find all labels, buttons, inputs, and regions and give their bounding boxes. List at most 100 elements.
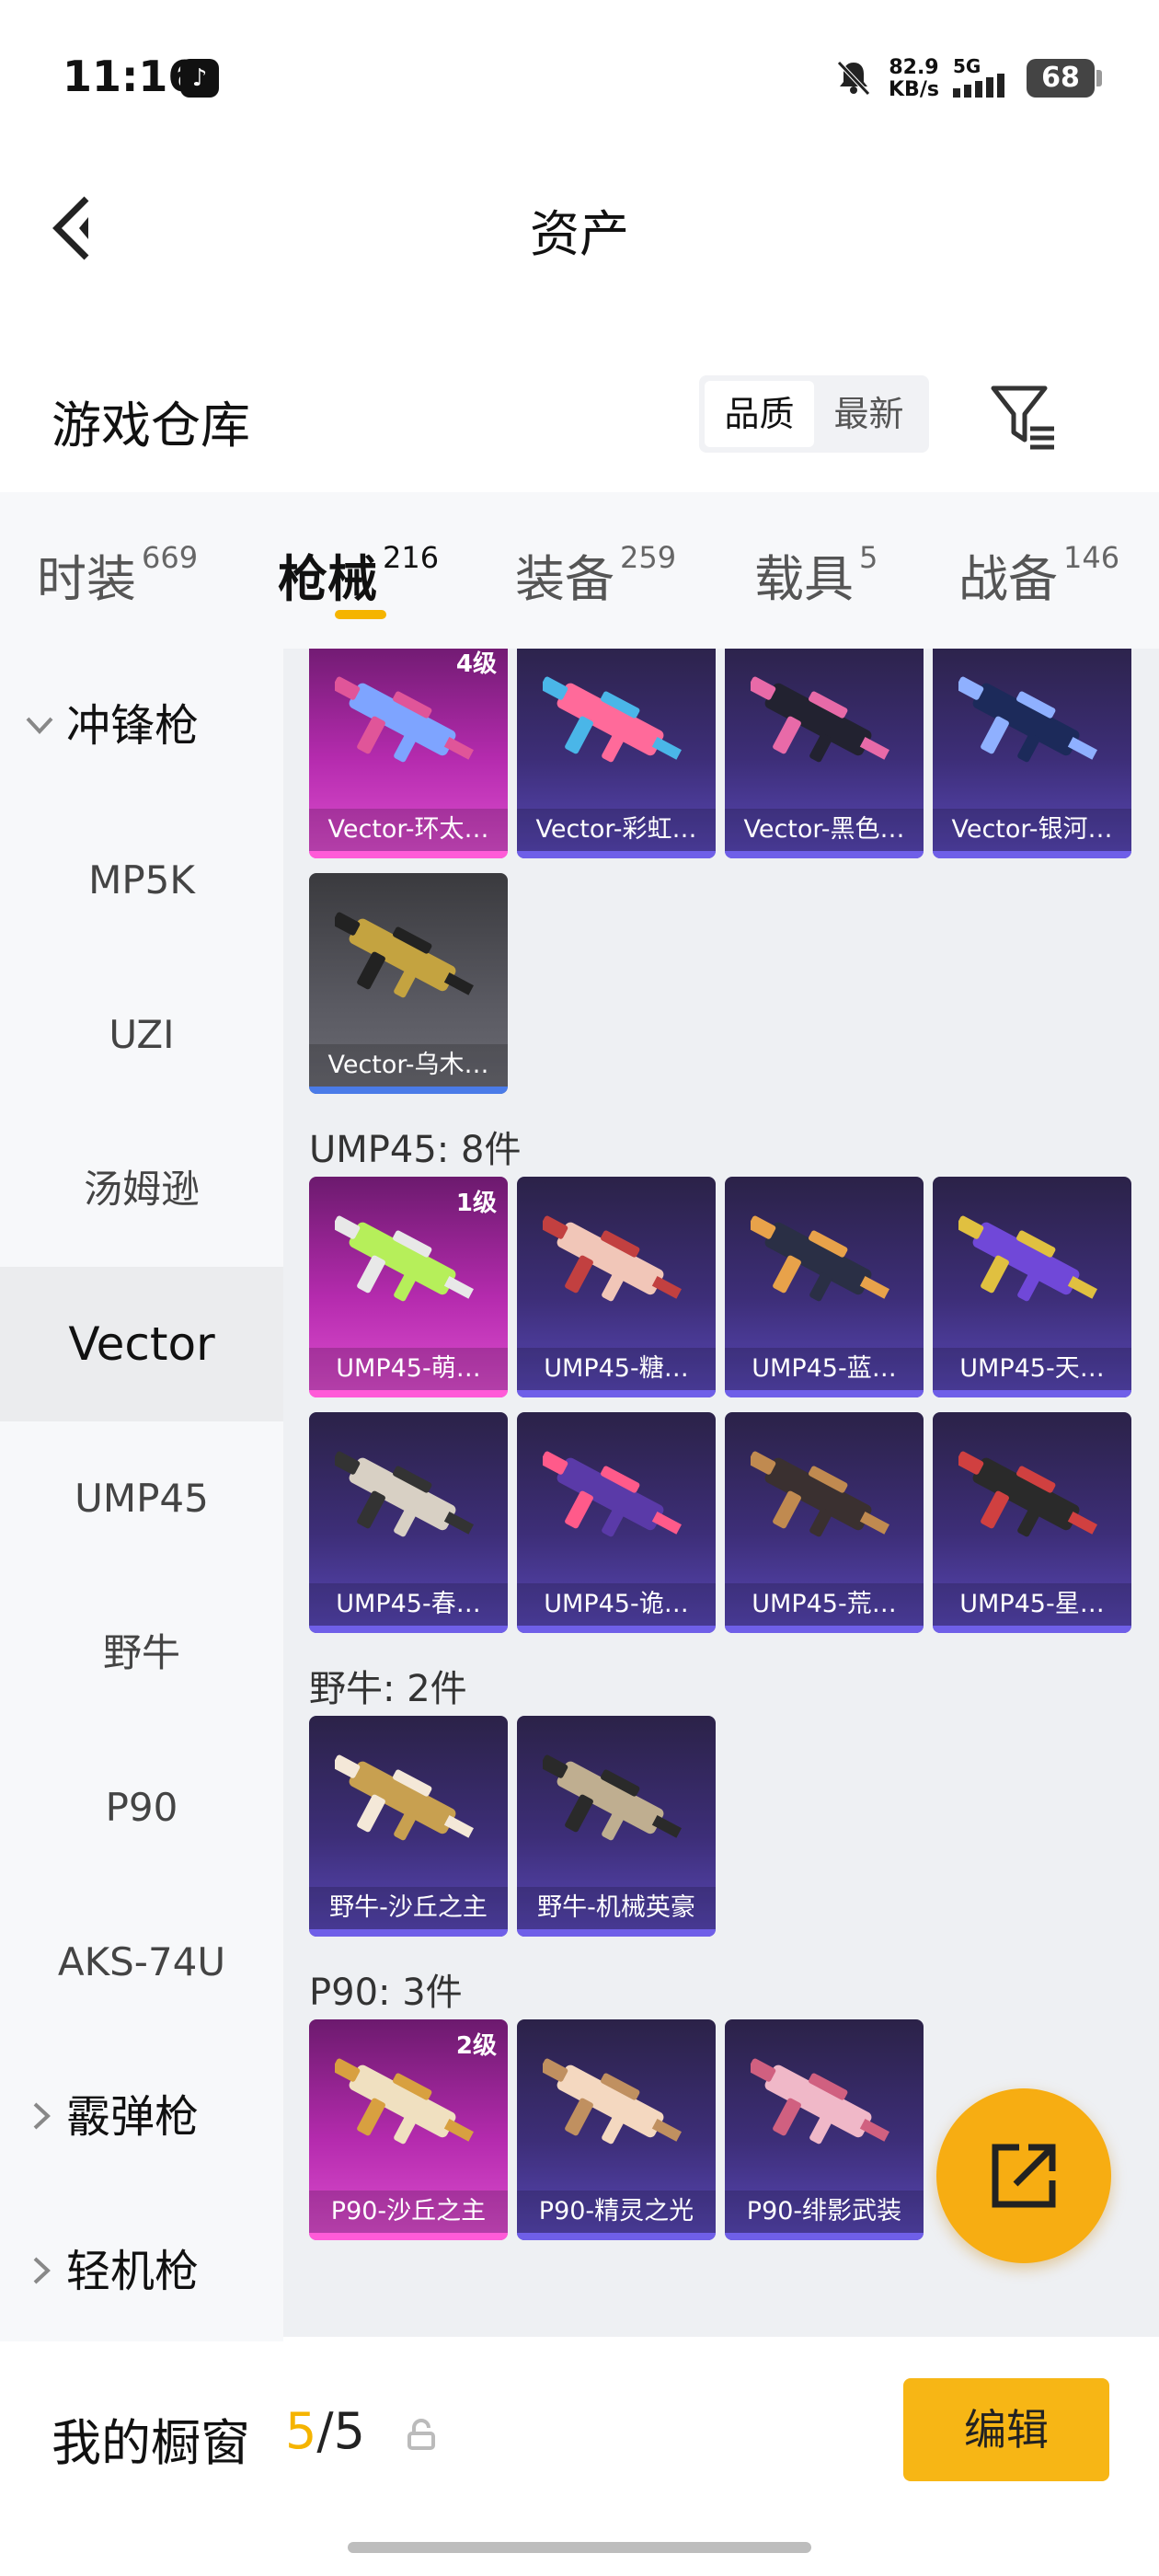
weapon-name: UMP45-糖… (517, 1348, 716, 1390)
weapon-card[interactable]: 1级 UMP45-萌… (309, 1177, 508, 1397)
weapon-icon (335, 1754, 474, 1841)
weapon-icon (335, 912, 474, 998)
weapon-card[interactable]: P90-绯影武装 (725, 2019, 924, 2240)
weapon-icon (958, 676, 1097, 763)
tab-label: 载具 (754, 550, 854, 608)
weapon-card[interactable]: UMP45-诡… (517, 1412, 716, 1633)
weapon-icon (751, 1451, 889, 1537)
network-speed-unit: KB/s (889, 78, 939, 101)
weapon-card[interactable]: 野牛-机械英豪 (517, 1716, 716, 1937)
weapon-name: UMP45-春… (309, 1583, 508, 1626)
sort-newest-button[interactable]: 最新 (814, 381, 924, 447)
weapon-name: 野牛-机械英豪 (517, 1887, 716, 1929)
weapon-name: Vector-彩虹… (517, 809, 716, 851)
weapon-name: UMP45-蓝… (725, 1348, 924, 1390)
bell-muted-icon (837, 61, 870, 96)
warehouse-label: 游戏仓库 (52, 397, 250, 454)
weapon-icon (543, 1451, 682, 1537)
sidebar-category-label: 轻机枪 (66, 2246, 200, 2297)
weapon-name: UMP45-天… (933, 1348, 1131, 1390)
weapon-level-badge: 1级 (455, 1190, 497, 1217)
sidebar-item-uzi[interactable]: UZI (0, 958, 283, 1112)
rarity-strip (517, 1929, 716, 1937)
sort-toggle: 品质 最新 (699, 375, 929, 453)
battery-icon: 68 (1027, 59, 1102, 98)
weapon-card[interactable]: 2级 P90-沙丘之主 (309, 2019, 508, 2240)
rarity-strip (517, 2233, 716, 2240)
weapon-card[interactable]: P90-精灵之光 (517, 2019, 716, 2240)
tab-firearms[interactable]: 枪械 216 (278, 538, 439, 611)
sidebar-category-shotgun[interactable]: 霰弹枪 (0, 2040, 283, 2194)
home-indicator[interactable] (348, 2542, 811, 2553)
share-button[interactable] (936, 2088, 1111, 2263)
section-title: UMP45: 8件 (309, 1129, 522, 1171)
weapon-name: 野牛-沙丘之主 (309, 1887, 508, 1929)
weapon-icon (543, 1754, 682, 1841)
tab-label: 时装 (37, 550, 136, 608)
tab-label: 战备 (958, 550, 1058, 608)
weapon-card[interactable]: Vector-乌木… (309, 873, 508, 1094)
sidebar-item-p90[interactable]: P90 (0, 1731, 283, 1885)
active-tab-indicator (335, 610, 386, 619)
rarity-strip (309, 1390, 508, 1397)
sidebar-category-lmg[interactable]: 轻机枪 (0, 2194, 283, 2341)
chevron-down-icon (26, 717, 53, 734)
tab-count: 216 (383, 540, 440, 575)
tab-equipment[interactable]: 装备 259 (515, 538, 676, 611)
tab-fashion[interactable]: 时装 669 (37, 538, 198, 611)
weapon-card[interactable]: Vector-银河… (933, 649, 1131, 858)
signal-icon (953, 74, 1004, 98)
weapon-name: P90-精灵之光 (517, 2191, 716, 2233)
edit-button[interactable]: 编辑 (903, 2378, 1109, 2481)
weapon-icon (751, 1215, 889, 1302)
rarity-strip (725, 1390, 924, 1397)
filter-icon[interactable] (990, 381, 1058, 454)
weapon-card[interactable]: UMP45-蓝… (725, 1177, 924, 1397)
weapon-icon (335, 1451, 474, 1537)
weapon-icon (335, 676, 474, 763)
tab-count: 259 (620, 540, 677, 575)
sidebar-item-vector[interactable]: Vector (0, 1267, 283, 1421)
network-speed-value: 82.9 (889, 56, 939, 79)
weapon-card[interactable]: UMP45-天… (933, 1177, 1131, 1397)
sidebar-item-thompson[interactable]: 汤姆逊 (0, 1112, 283, 1267)
rarity-strip (309, 851, 508, 858)
top-nav: 资产 (0, 156, 1159, 294)
showcase-bar: 我的橱窗 5/5 编辑 (0, 2341, 1159, 2576)
sidebar-category-label: 冲锋枪 (66, 700, 200, 752)
weapon-card[interactable]: UMP45-春… (309, 1412, 508, 1633)
assets-page: 11:16 ♪ 82.9 KB/s 5G 68 资产 游戏仓库 品质 最新 时装… (0, 0, 1159, 2576)
sidebar-item-ump45[interactable]: UMP45 (0, 1421, 283, 1576)
sidebar-item-bizon[interactable]: 野牛 (0, 1576, 283, 1731)
weapon-card[interactable]: Vector-彩虹… (517, 649, 716, 858)
weapon-name: Vector-银河… (933, 809, 1131, 851)
showcase-label: 我的橱窗 (52, 2414, 250, 2472)
weapon-name: P90-绯影武装 (725, 2191, 924, 2233)
weapon-card[interactable]: UMP45-荒… (725, 1412, 924, 1633)
tab-count: 146 (1063, 540, 1120, 575)
rarity-strip (933, 1390, 1131, 1397)
showcase-count: 5/5 (285, 2402, 365, 2460)
weapon-card[interactable]: 4级 Vector-环太… (309, 649, 508, 858)
weapon-card[interactable]: 野牛-沙丘之主 (309, 1716, 508, 1937)
rarity-strip (309, 1929, 508, 1937)
share-icon (992, 2144, 1056, 2208)
sort-quality-button[interactable]: 品质 (705, 381, 814, 447)
tab-vehicles[interactable]: 载具 5 (754, 538, 878, 611)
rarity-strip (309, 1087, 508, 1094)
showcase-current: 5 (285, 2402, 317, 2460)
sidebar-item-aks74u[interactable]: AKS-74U (0, 1885, 283, 2040)
weapon-card[interactable]: UMP45-糖… (517, 1177, 716, 1397)
weapon-name: UMP45-星… (933, 1583, 1131, 1626)
sidebar-item-mp5k[interactable]: MP5K (0, 803, 283, 958)
status-bar: 11:16 ♪ 82.9 KB/s 5G 68 (0, 0, 1159, 156)
tab-supplies[interactable]: 战备 146 (958, 538, 1119, 611)
weapon-card[interactable]: UMP45-星… (933, 1412, 1131, 1633)
page-title: 资产 (530, 205, 629, 263)
weapon-card[interactable]: Vector-黑色… (725, 649, 924, 858)
sidebar-category-label: 霰弹枪 (66, 2091, 200, 2143)
sidebar-category-smg[interactable]: 冲锋枪 (0, 649, 283, 803)
weapon-icon (335, 2058, 474, 2145)
weapon-name: UMP45-萌… (309, 1348, 508, 1390)
rarity-strip (517, 1626, 716, 1633)
